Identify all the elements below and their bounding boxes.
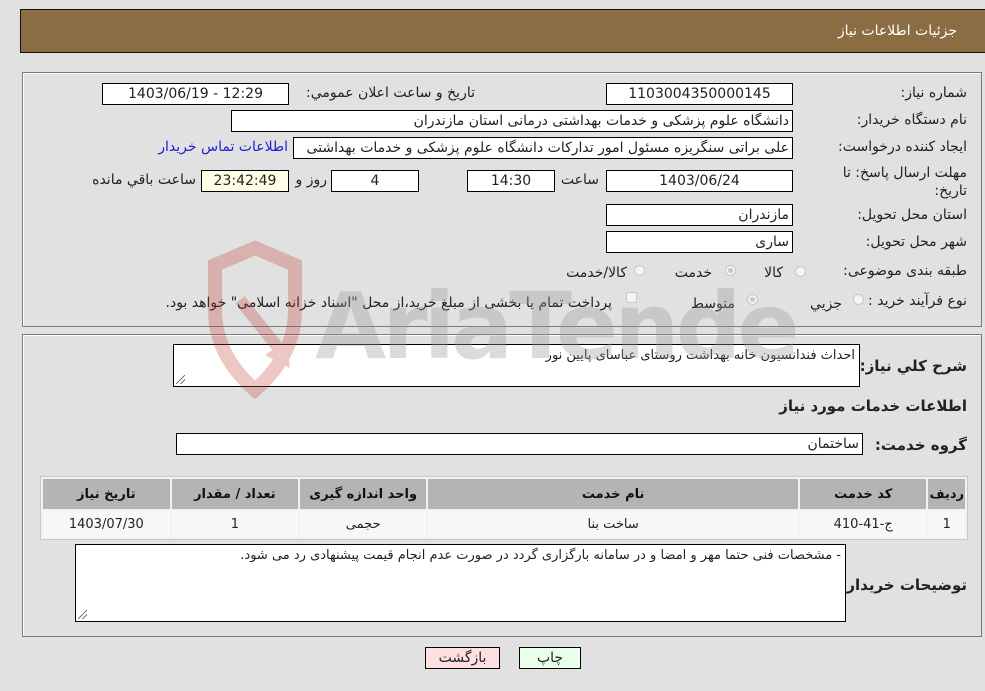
services-table: ردیف کد خدمت نام خدمت واحد اندازه گیری ت… — [40, 476, 968, 540]
back-button[interactable]: بازگشت — [425, 647, 500, 669]
remaining-time-field: 23:42:49 — [201, 170, 289, 192]
deadline-label: مهلت ارسال پاسخ: تا تاریخ: — [843, 164, 967, 200]
table-header-row: ردیف کد خدمت نام خدمت واحد اندازه گیری ت… — [43, 479, 965, 509]
province-label: استان محل تحویل: — [857, 207, 967, 223]
deadline-time-label: ساعت — [560, 172, 599, 188]
table-row: 1 ج-41-410 ساخت بنا حجمی 1 1403/07/30 — [43, 511, 965, 537]
city-field: ساری — [606, 231, 793, 253]
category-radio-goods-service[interactable] — [634, 265, 645, 276]
announce-field: 1403/06/19 - 12:29 — [102, 83, 289, 105]
cell-service-code: ج-41-410 — [799, 511, 927, 537]
cell-row-number: 1 — [928, 511, 965, 537]
days-label: روز و — [295, 172, 328, 188]
resize-grip-icon[interactable] — [78, 610, 87, 619]
col-unit: واحد اندازه گیری — [300, 479, 427, 509]
page-title: جزئیات اطلاعات نیاز — [837, 23, 957, 39]
need-number-label: شماره نیاز: — [900, 85, 968, 101]
category-radio-goods[interactable] — [795, 266, 806, 277]
process-option-medium: متوسط — [691, 296, 735, 312]
process-option-minor: جزيي — [810, 296, 842, 312]
category-option-goods-service: کالا/خدمت — [566, 265, 627, 281]
category-label: طبقه بندی موضوعی: — [843, 263, 967, 279]
col-quantity: تعداد / مقدار — [171, 479, 299, 509]
cell-need-date: 1403/07/30 — [43, 511, 170, 537]
description-label: شرح کلي نیاز: — [859, 357, 967, 375]
treasury-note: پرداخت تمام یا بخشی از مبلغ خرید،از محل … — [165, 295, 612, 311]
deadline-label-line1: مهلت ارسال پاسخ: تا — [842, 165, 967, 181]
deadline-time-field: 14:30 — [467, 170, 555, 192]
description-text: احداث فندانسیون خانه بهداشت روستای عباسا… — [545, 348, 855, 363]
page-header: جزئیات اطلاعات نیاز — [20, 9, 985, 53]
col-service-name: نام خدمت — [428, 479, 798, 509]
service-group-field: ساختمان — [176, 433, 863, 455]
buyer-notes-textarea[interactable]: - مشخصات فنی حتما مهر و امضا و در سامانه… — [75, 544, 846, 622]
col-service-code: کد خدمت — [799, 479, 927, 509]
need-number-field: 1103004350000145 — [606, 83, 793, 105]
city-label: شهر محل تحویل: — [865, 234, 967, 250]
process-radio-medium[interactable] — [747, 294, 758, 305]
remaining-label: ساعت باقي مانده — [92, 172, 196, 188]
province-field: مازندران — [606, 204, 793, 226]
description-textarea[interactable]: احداث فندانسیون خانه بهداشت روستای عباسا… — [173, 344, 860, 387]
buyer-contact-link[interactable]: اطلاعات تماس خریدار — [158, 139, 288, 155]
cell-quantity: 1 — [171, 511, 299, 537]
buyer-notes-label: توضیحات خریدار: — [840, 576, 967, 594]
treasury-checkbox[interactable] — [626, 292, 637, 303]
creator-field: علی براتی سنگریزه مسئول امور تدارکات دان… — [293, 137, 793, 159]
deadline-date-field: 1403/06/24 — [606, 170, 793, 192]
process-label: نوع فرآیند خرید : — [868, 293, 967, 309]
deadline-label-line2: تاریخ: — [934, 183, 967, 199]
category-option-goods: کالا — [764, 265, 783, 281]
buyer-notes-text: - مشخصات فنی حتما مهر و امضا و در سامانه… — [240, 548, 841, 563]
category-radio-service[interactable] — [725, 265, 736, 276]
cell-service-name: ساخت بنا — [428, 511, 798, 537]
creator-label: ایجاد کننده درخواست: — [838, 139, 967, 155]
col-need-date: تاریخ نیاز — [43, 479, 170, 509]
buyer-org-label: نام دستگاه خریدار: — [856, 112, 967, 128]
service-group-label: گروه خدمت: — [874, 436, 967, 454]
process-radio-minor[interactable] — [853, 294, 864, 305]
col-row-number: ردیف — [928, 479, 965, 509]
category-option-service: خدمت — [674, 265, 712, 281]
services-section-title: اطلاعات خدمات مورد نیاز — [779, 397, 967, 415]
print-button[interactable]: چاپ — [519, 647, 581, 669]
resize-grip-icon[interactable] — [176, 375, 185, 384]
buyer-org-field: دانشگاه علوم پزشکی و خدمات بهداشتی درمان… — [231, 110, 793, 132]
cell-unit: حجمی — [300, 511, 427, 537]
days-remaining-field: 4 — [331, 170, 419, 192]
announce-label: تاریخ و ساعت اعلان عمومي: — [306, 85, 475, 101]
